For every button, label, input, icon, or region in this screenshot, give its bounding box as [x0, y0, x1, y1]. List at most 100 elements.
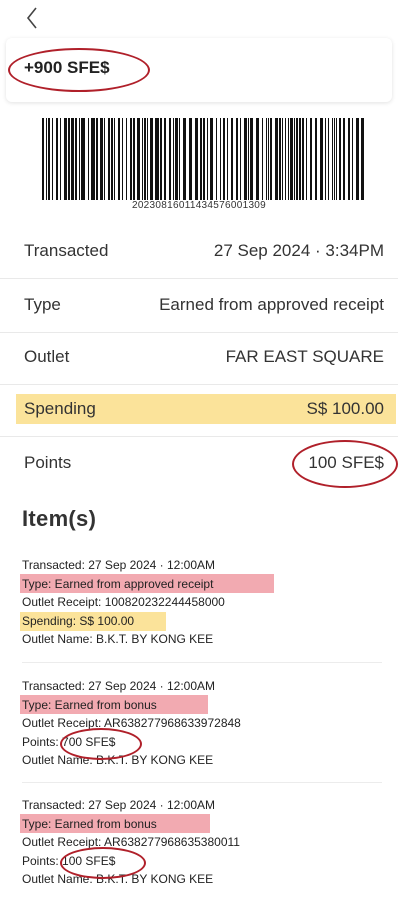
barcode-bar	[285, 118, 286, 200]
item-type: Type: Earned from bonus	[22, 816, 157, 831]
barcode-bar	[169, 118, 171, 200]
barcode-bar	[296, 118, 298, 200]
items-title: Item(s)	[22, 506, 97, 531]
barcode-bar	[133, 118, 135, 200]
annotation-circle	[60, 728, 142, 760]
barcode-bar	[336, 118, 337, 200]
barcode-bar	[266, 118, 267, 200]
barcode-bar	[108, 118, 110, 200]
barcode-bar	[294, 118, 295, 200]
barcode-bar	[306, 118, 307, 200]
barcode-bar	[216, 118, 217, 200]
barcode-bar	[175, 118, 178, 200]
barcode-bar	[248, 118, 249, 200]
barcode-bar	[189, 118, 192, 200]
barcode-bar	[240, 118, 241, 200]
spending-value: S$ 100.00	[306, 399, 384, 418]
barcode-bar	[42, 118, 44, 200]
barcode-bar	[339, 118, 341, 200]
points-label: Points	[24, 453, 72, 472]
barcode-bar	[100, 118, 103, 200]
barcode-bar	[256, 118, 259, 200]
barcode	[42, 118, 364, 200]
spending-label: Spending	[24, 399, 96, 418]
barcode-bar	[60, 118, 61, 200]
barcode-bar	[275, 118, 278, 200]
barcode-bar	[220, 118, 221, 200]
barcode-bar	[361, 118, 364, 200]
transacted-label: Transacted	[24, 241, 109, 260]
transacted-value: 27 Sep 2024 · 3:34PM	[213, 241, 384, 260]
barcode-bar	[88, 118, 89, 200]
outlet-label: Outlet	[24, 347, 70, 366]
type-row: Type Earned from approved receipt	[0, 278, 398, 333]
barcode-bar	[147, 118, 148, 200]
barcode-bar	[299, 118, 301, 200]
type-value: Earned from approved receipt	[159, 295, 384, 314]
barcode-bar	[236, 118, 238, 200]
barcode-bar	[207, 118, 208, 200]
item-transacted: Transacted: 27 Sep 2024 · 12:00AM	[22, 558, 216, 572]
barcode-bar	[137, 118, 140, 200]
barcode-bar	[348, 118, 350, 200]
barcode-bar	[155, 118, 159, 200]
barcode-bar	[210, 118, 213, 200]
barcode-bar	[200, 118, 202, 200]
barcode-bar	[56, 118, 58, 200]
barcode-bar	[75, 118, 77, 200]
divider	[22, 782, 382, 783]
barcode-bar	[68, 118, 70, 200]
barcode-bar	[126, 118, 127, 200]
barcode-bar	[150, 118, 153, 200]
barcode-bar	[195, 118, 198, 200]
barcode-bar	[244, 118, 247, 200]
barcode-bar	[231, 118, 233, 200]
barcode-bar	[279, 118, 281, 200]
barcode-bar	[315, 118, 317, 200]
barcode-bar	[64, 118, 67, 200]
item-type: Type: Earned from approved receipt	[22, 576, 214, 591]
barcode-bar	[130, 118, 132, 200]
barcode-bar	[118, 118, 120, 200]
barcode-bar	[302, 118, 304, 200]
barcode-bar	[320, 118, 323, 200]
annotation-circle	[8, 48, 150, 92]
barcode-bar	[48, 118, 50, 200]
item-transacted: Transacted: 27 Sep 2024 · 12:00AM	[22, 679, 216, 693]
barcode-bar	[71, 118, 74, 200]
barcode-bar	[111, 118, 113, 200]
barcode-bar	[203, 118, 205, 200]
barcode-bar	[325, 118, 326, 200]
type-label: Type	[24, 295, 61, 314]
barcode-bar	[96, 118, 98, 200]
item-receipt: Outlet Receipt: AR638277968635380011	[22, 835, 240, 849]
annotation-circle	[60, 847, 146, 879]
item-transacted: Transacted: 27 Sep 2024 · 12:00AM	[22, 798, 216, 812]
barcode-bar	[282, 118, 283, 200]
back-button[interactable]	[22, 4, 46, 32]
outlet-value: FAR EAST SQUARE	[225, 347, 384, 366]
barcode-bar	[310, 118, 312, 200]
barcode-bar	[46, 118, 47, 200]
barcode-bar	[268, 118, 269, 200]
item-receipt: Outlet Receipt: 100820232244458000	[22, 595, 225, 609]
barcode-bar	[352, 118, 353, 200]
barcode-bar	[262, 118, 263, 200]
barcode-bar	[104, 118, 105, 200]
outlet-row: Outlet FAR EAST SQUARE	[0, 330, 398, 385]
barcode-bar	[142, 118, 143, 200]
barcode-bar	[179, 118, 180, 200]
list-item: Transacted: 27 Sep 2024 · 12:00AM Type: …	[22, 556, 392, 649]
barcode-bar	[356, 118, 359, 200]
barcode-bar	[91, 118, 95, 200]
barcode-bar	[288, 118, 289, 200]
annotation-circle	[292, 440, 398, 488]
item-type: Type: Earned from bonus	[22, 697, 157, 712]
divider	[22, 662, 382, 663]
barcode-bar	[290, 118, 293, 200]
transacted-row: Transacted 27 Sep 2024 · 3:34PM	[0, 224, 398, 279]
barcode-bar	[250, 118, 253, 200]
barcode-bar	[164, 118, 166, 200]
barcode-bar	[227, 118, 228, 200]
barcode-bar	[334, 118, 335, 200]
